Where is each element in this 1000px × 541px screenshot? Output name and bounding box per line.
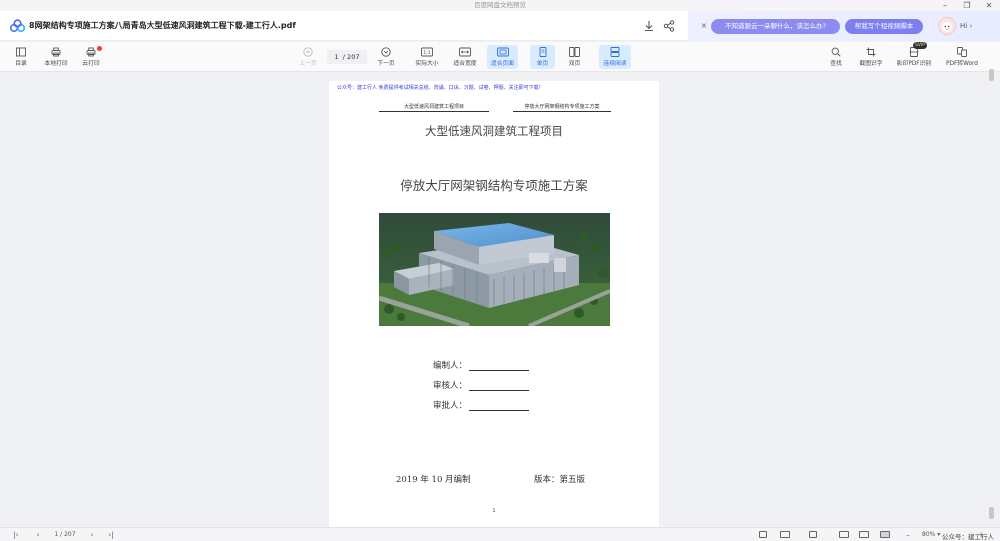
page-promo-line: 公众号：建工行人 免费提供考试相关总结、背诵、口诀、习题、试卷、押题、关注即可下…	[337, 85, 544, 91]
fit-page-view-icon[interactable]	[880, 531, 890, 538]
fit-page-icon	[496, 47, 509, 57]
screenshot-ocr-button[interactable]: 截图识字	[855, 45, 887, 69]
prev-page-button[interactable]: 上一页	[295, 45, 321, 69]
document-page: 公众号：建工行人 免费提供考试相关总结、背诵、口诀、习题、试卷、押题、关注即可下…	[329, 81, 659, 527]
zoom-out-button[interactable]: –	[903, 529, 913, 541]
close-window-button[interactable]: ✕	[978, 0, 1000, 11]
double-page-icon	[569, 47, 580, 57]
page-number-input[interactable]: 1 / 207	[327, 50, 367, 64]
minimize-button[interactable]: –	[934, 0, 956, 11]
scrollbar-thumb-bottom[interactable]	[989, 507, 994, 519]
fit-page-button[interactable]: 适合页面	[487, 45, 518, 69]
ai-greeting[interactable]: Hi ›	[960, 11, 972, 41]
share-icon[interactable]	[662, 19, 676, 33]
cloud-mascot-icon	[942, 22, 952, 32]
window-title-bar: 百度网盘文档预览 – ❐ ✕	[0, 0, 1000, 11]
page-indicator[interactable]: 1 / 207	[50, 529, 80, 541]
actual-size-icon: 1:1	[421, 47, 433, 57]
continuous-reading-button[interactable]: 连续阅读	[599, 45, 631, 69]
reader-toolbar: 目录 本地打印 云打印 上一页 1 / 207 下一页 1:1 实际大小 适合宽…	[0, 42, 1000, 72]
ai-panel-close-button[interactable]: ×	[697, 19, 711, 33]
ai-assistant-panel: × 不知道跟云一朵聊什么，该怎么办? 帮我写个短视频脚本 Hi ›	[688, 11, 1000, 41]
cloud-printer-icon	[86, 47, 96, 57]
previous-page-button[interactable]: ‹	[32, 529, 44, 541]
last-page-button[interactable]: ›|	[104, 529, 118, 541]
restore-button[interactable]: ❐	[956, 0, 978, 11]
toc-icon	[16, 47, 26, 57]
cloud-print-button[interactable]: 云打印	[78, 45, 104, 69]
ai-avatar[interactable]	[938, 17, 956, 35]
reviewer-signature-line: 审核人：	[433, 379, 530, 391]
document-main-title: 停放大厅网架钢结构专项施工方案	[400, 178, 588, 193]
page-number: 1	[492, 508, 496, 514]
compiler-signature-line: 编制人：	[433, 359, 530, 371]
continuous-view-icon[interactable]	[809, 531, 817, 538]
search-icon	[831, 47, 841, 57]
project-name: 大型低速风洞建筑工程项目	[425, 124, 563, 138]
document-version: 版本：第五版	[534, 475, 586, 485]
pdf-to-word-button[interactable]: PDF转Word	[942, 45, 982, 69]
crop-icon	[866, 47, 876, 57]
double-page-button[interactable]: 双页	[562, 45, 587, 69]
window-title: 百度网盘文档预览	[474, 1, 526, 9]
approver-signature-line: 审批人：	[433, 399, 530, 411]
document-title: 8网架结构专项施工方案八局青岛大型低速风洞建筑工程下载-建工行人.pdf	[29, 21, 296, 30]
fit-width-view-icon[interactable]	[859, 531, 869, 538]
single-page-button[interactable]: 单页	[530, 45, 555, 69]
fit-width-button[interactable]: 适合宽度	[450, 45, 480, 69]
printer-icon	[51, 47, 61, 57]
document-header: 8网架结构专项施工方案八局青岛大型低速风洞建筑工程下载-建工行人.pdf × 不…	[0, 11, 1000, 41]
vertical-scrollbar[interactable]	[988, 73, 996, 527]
local-print-button[interactable]: 本地打印	[41, 45, 71, 69]
compile-date: 2019 年 10 月编制	[396, 475, 471, 485]
status-bar: |‹ ‹ 1 / 207 › ›| – 80% ▾ +	[0, 527, 1000, 541]
zoom-level[interactable]: 80% ▾	[922, 529, 940, 541]
first-page-button[interactable]: |‹	[9, 529, 23, 541]
arrow-down-circle-icon	[381, 47, 391, 57]
find-button[interactable]: 查找	[825, 45, 847, 69]
arrow-up-circle-icon	[303, 47, 313, 57]
fit-width-icon	[459, 47, 471, 57]
actual-size-button[interactable]: 1:1 实际大小	[412, 45, 442, 69]
toc-button[interactable]: 目录	[8, 45, 34, 69]
baidu-netdisk-logo-icon	[10, 19, 25, 33]
svip-badge: SVIP	[913, 42, 927, 49]
notification-dot	[97, 46, 102, 51]
convert-document-icon	[957, 47, 967, 57]
document-viewport[interactable]: 公众号：建工行人 免费提供考试相关总结、背诵、口诀、习题、试卷、押题、关注即可下…	[0, 73, 1000, 527]
actual-size-view-icon[interactable]	[839, 531, 849, 538]
single-page-view-icon[interactable]	[759, 531, 767, 538]
scrollbar-thumb[interactable]	[989, 69, 994, 81]
page-header-right: 停放大厅网架钢结构专项施工方案	[513, 103, 611, 112]
watermark: 公众号：建工行人	[942, 533, 994, 541]
page-header-left: 大型低速风洞建筑工程项目	[379, 103, 489, 112]
next-page-bottom-button[interactable]: ›	[86, 529, 98, 541]
ai-prompt-chip[interactable]: 帮我写个短视频脚本	[845, 19, 923, 34]
double-page-view-icon[interactable]	[780, 531, 790, 538]
continuous-scroll-icon	[610, 47, 620, 57]
building-rendering-image	[379, 213, 610, 326]
svg-text:1:1: 1:1	[423, 50, 430, 56]
single-page-icon	[539, 47, 546, 57]
download-icon[interactable]	[642, 19, 656, 33]
next-page-button[interactable]: 下一页	[373, 45, 399, 69]
ai-prompt-chip[interactable]: 不知道跟云一朵聊什么，该怎么办?	[711, 19, 840, 34]
